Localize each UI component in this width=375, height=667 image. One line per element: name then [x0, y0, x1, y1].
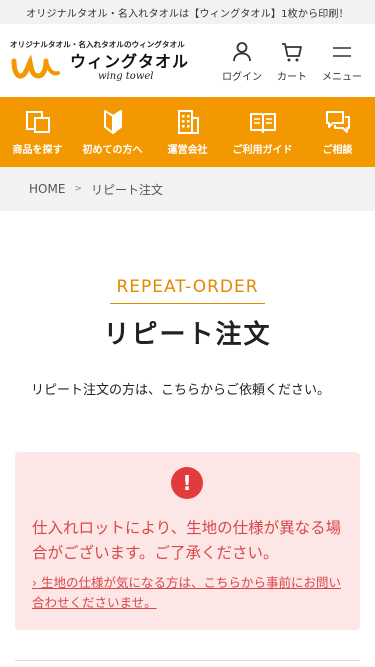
nav-label-beginners: 初めての方へ: [82, 145, 143, 156]
notice-message: 仕入れロットにより、生地の仕様が異なる場合がございます。ご了承ください。: [32, 519, 342, 562]
logo-row: ウィングタオル wing towel: [10, 51, 210, 83]
category-nav: 商品を探す 初めての方へ 運営会社 ご利用ガイド ご相談: [0, 97, 375, 167]
building-icon: [177, 110, 199, 134]
main-content: REPEAT-ORDER リピート注文 リピート注文の方は、こちらからご依頼くだ…: [0, 211, 375, 398]
alert-icon: !: [171, 467, 203, 499]
nav-item-company[interactable]: 運営会社: [150, 97, 225, 167]
breadcrumb-separator: >: [74, 184, 82, 194]
logo-wordmark: ウィングタオル wing towel: [70, 51, 190, 83]
guide-book-icon: [249, 113, 276, 133]
cart-label: カート: [277, 72, 307, 83]
breadcrumb-home-link[interactable]: HOME: [29, 182, 65, 196]
user-icon: [233, 42, 251, 62]
menu-button[interactable]: メニュー: [317, 40, 367, 83]
page-title: リピート注文: [103, 320, 272, 350]
login-button[interactable]: ログイン: [217, 40, 267, 83]
logo-tagline: オリジナルタオル・名入れタオルのウィングタオル: [10, 39, 185, 49]
announcement-bar: オリジナルタオル・名入れタオルは【ウィングタオル】1枚から印刷！: [0, 0, 375, 24]
logo-mark-icon: [11, 53, 60, 79]
search-products-icon: [25, 111, 50, 133]
cart-icon: [282, 43, 302, 62]
nav-item-consult[interactable]: ご相談: [300, 97, 375, 167]
login-label: ログイン: [222, 72, 262, 83]
menu-label: メニュー: [322, 72, 362, 83]
nav-item-beginners[interactable]: 初めての方へ: [75, 97, 150, 167]
site-header: オリジナルタオル・名入れタオルのウィングタオル ウィングタオル wing tow…: [0, 24, 375, 97]
nav-label-search-products: 商品を探す: [12, 145, 63, 156]
nav-label-guide: ご利用ガイド: [232, 145, 293, 156]
logo-name-en: wing towel: [98, 70, 154, 82]
nav-item-guide[interactable]: ご利用ガイド: [225, 97, 300, 167]
announcement-text: オリジナルタオル・名入れタオルは【ウィングタオル】1枚から印刷！: [26, 8, 349, 20]
breadcrumb-current: リピート注文: [90, 182, 163, 197]
breadcrumb: HOME > リピート注文: [0, 167, 375, 211]
notice-contact-link[interactable]: › 生地の仕様が気になる方は、こちらから事前にお問い合わせくださいませ。: [32, 573, 350, 613]
menu-icon: [333, 47, 351, 57]
cart-button[interactable]: カート: [267, 40, 317, 83]
notice-box: ! 仕入れロットにより、生地の仕様が異なる場合がございます。ご了承ください。 ›…: [15, 452, 360, 630]
header-actions: ログイン カート メニュー: [217, 40, 367, 83]
page-intro: リピート注文の方は、こちらからご依頼ください。: [31, 383, 331, 398]
chat-icon: [325, 111, 350, 133]
site-logo[interactable]: オリジナルタオル・名入れタオルのウィングタオル ウィングタオル wing tow…: [10, 39, 210, 83]
logo-name-jp: ウィングタオル: [70, 51, 190, 71]
page-subtitle: REPEAT-ORDER: [110, 277, 265, 304]
nav-item-search-products[interactable]: 商品を探す: [0, 97, 75, 167]
nav-label-consult: ご相談: [322, 145, 353, 156]
beginner-mark-icon: [103, 110, 122, 134]
nav-label-company: 運営会社: [167, 145, 208, 156]
section-divider: [15, 660, 360, 661]
